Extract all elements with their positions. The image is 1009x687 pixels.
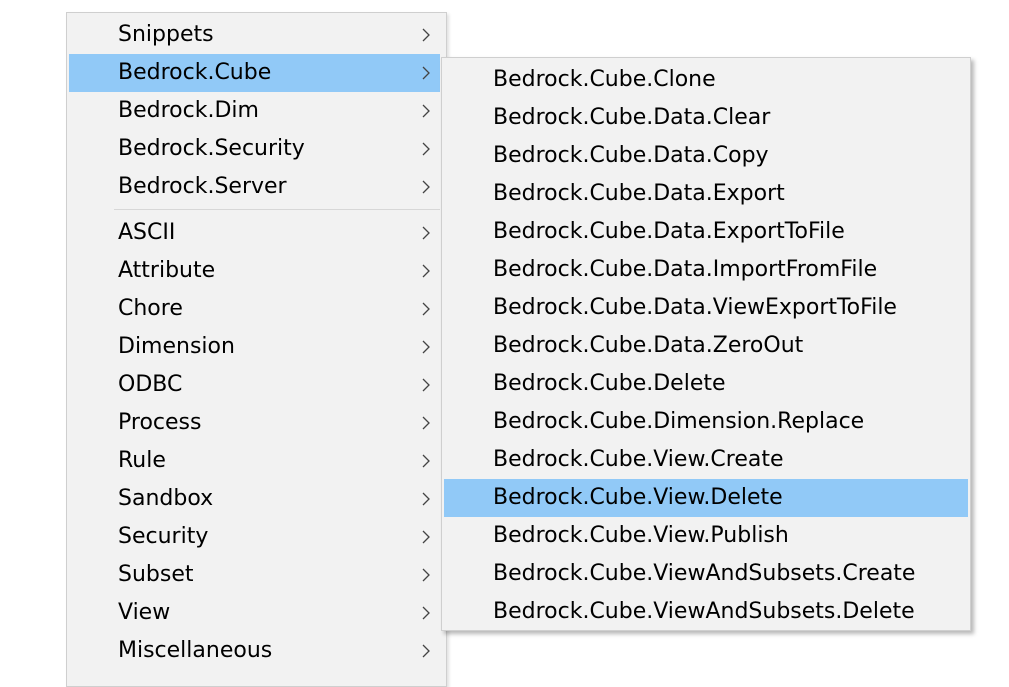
menu-item-dimension[interactable]: Dimension [69,328,440,366]
menu-item-label: Bedrock.Cube.Data.ViewExportToFile [493,295,897,320]
chevron-right-icon [420,442,432,480]
menu-item-subset[interactable]: Subset [69,556,440,594]
submenu-item-bedrock-cube-viewandsubsets-create[interactable]: Bedrock.Cube.ViewAndSubsets.Create [444,555,968,593]
submenu-item-bedrock-cube-data-clear[interactable]: Bedrock.Cube.Data.Clear [444,99,968,137]
menu-item-snippets[interactable]: Snippets [69,16,440,54]
menu-item-label: Bedrock.Cube.Data.Export [493,181,785,206]
menu-item-label: Miscellaneous [118,638,273,663]
menu-item-label: Bedrock.Cube.ViewAndSubsets.Delete [493,599,915,624]
menu-item-ascii[interactable]: ASCII [69,214,440,252]
menu-item-label: Bedrock.Cube.Clone [493,67,716,92]
chevron-right-icon [420,556,432,594]
menu-item-label: Bedrock.Cube.Delete [493,371,726,396]
menu-item-bedrock-server[interactable]: Bedrock.Server [69,168,440,206]
submenu-item-bedrock-cube-view-create[interactable]: Bedrock.Cube.View.Create [444,441,968,479]
chevron-right-icon [420,92,432,130]
chevron-right-icon [420,214,432,252]
menu-item-bedrock-cube[interactable]: Bedrock.Cube [69,54,440,92]
submenu-item-bedrock-cube-view-delete[interactable]: Bedrock.Cube.View.Delete [444,479,968,517]
menu-item-label: Sandbox [118,486,214,511]
chevron-right-icon [420,480,432,518]
menu-group-bedrock: Snippets Bedrock.Cube Bedrock.Dim Bedrock.S… [67,16,446,206]
menu-item-label: Bedrock.Cube.Data.ImportFromFile [493,257,878,282]
chevron-right-icon [420,252,432,290]
menu-item-label: Security [118,524,209,549]
menu-item-label: Bedrock.Server [118,174,287,199]
menu-item-label: Bedrock.Cube.Data.Clear [493,105,771,130]
submenu-item-bedrock-cube-data-zeroout[interactable]: Bedrock.Cube.Data.ZeroOut [444,327,968,365]
context-menu: Snippets Bedrock.Cube Bedrock.Dim Bedrock.S… [66,12,447,687]
menu-item-label: Bedrock.Cube.View.Create [493,447,784,472]
chevron-right-icon [420,518,432,556]
menu-item-bedrock-security[interactable]: Bedrock.Security [69,130,440,168]
menu-item-rule[interactable]: Rule [69,442,440,480]
submenu-item-bedrock-cube-viewandsubsets-delete[interactable]: Bedrock.Cube.ViewAndSubsets.Delete [444,593,968,631]
submenu-item-bedrock-cube-data-export[interactable]: Bedrock.Cube.Data.Export [444,175,968,213]
menu-item-sandbox[interactable]: Sandbox [69,480,440,518]
menu-item-security[interactable]: Security [69,518,440,556]
chevron-right-icon [420,290,432,328]
menu-item-label: Bedrock.Cube.View.Publish [493,523,789,548]
chevron-right-icon [420,328,432,366]
menu-item-odbc[interactable]: ODBC [69,366,440,404]
menu-item-label: Bedrock.Dim [118,98,259,123]
menu-item-label: Bedrock.Cube [118,60,272,85]
menu-item-process[interactable]: Process [69,404,440,442]
menu-item-label: Attribute [118,258,216,283]
menu-item-label: Dimension [118,334,235,359]
submenu-item-bedrock-cube-clone[interactable]: Bedrock.Cube.Clone [444,61,968,99]
submenu-items: Bedrock.Cube.Clone Bedrock.Cube.Data.Clea… [442,61,970,631]
menu-item-label: Bedrock.Cube.Data.ExportToFile [493,219,845,244]
submenu-item-bedrock-cube-dimension-replace[interactable]: Bedrock.Cube.Dimension.Replace [444,403,968,441]
menu-item-label: ODBC [118,372,183,397]
submenu-bedrock-cube: Bedrock.Cube.Clone Bedrock.Cube.Data.Clea… [441,57,971,631]
submenu-item-bedrock-cube-data-importfromfile[interactable]: Bedrock.Cube.Data.ImportFromFile [444,251,968,289]
menu-item-label: Bedrock.Cube.Data.ZeroOut [493,333,804,358]
chevron-right-icon [420,54,432,92]
menu-item-chore[interactable]: Chore [69,290,440,328]
menu-item-label: Process [118,410,202,435]
menu-item-label: Bedrock.Cube.Data.Copy [493,143,769,168]
menu-item-label: Bedrock.Cube.Dimension.Replace [493,409,865,434]
menu-item-label: Chore [118,296,183,321]
menu-item-bedrock-dim[interactable]: Bedrock.Dim [69,92,440,130]
menu-item-label: Bedrock.Cube.ViewAndSubsets.Create [493,561,916,586]
chevron-right-icon [420,594,432,632]
chevron-right-icon [420,632,432,670]
submenu-item-bedrock-cube-view-publish[interactable]: Bedrock.Cube.View.Publish [444,517,968,555]
menu-item-view[interactable]: View [69,594,440,632]
menu-item-label: Bedrock.Cube.View.Delete [493,485,783,510]
chevron-right-icon [420,168,432,206]
chevron-right-icon [420,16,432,54]
menu-group-categories: ASCII Attribute Chore Dimension ODBC Process R… [67,214,446,670]
submenu-item-bedrock-cube-delete[interactable]: Bedrock.Cube.Delete [444,365,968,403]
chevron-right-icon [420,366,432,404]
menu-item-label: View [118,600,171,625]
menu-item-miscellaneous[interactable]: Miscellaneous [69,632,440,670]
menu-item-label: Bedrock.Security [118,136,305,161]
chevron-right-icon [420,404,432,442]
menu-item-label: Rule [118,448,166,473]
menu-item-attribute[interactable]: Attribute [69,252,440,290]
submenu-item-bedrock-cube-data-copy[interactable]: Bedrock.Cube.Data.Copy [444,137,968,175]
menu-separator [114,209,440,210]
menu-item-label: Snippets [118,22,214,47]
chevron-right-icon [420,130,432,168]
submenu-item-bedrock-cube-data-exporttofile[interactable]: Bedrock.Cube.Data.ExportToFile [444,213,968,251]
menu-item-label: Subset [118,562,194,587]
submenu-item-bedrock-cube-data-viewexporttofile[interactable]: Bedrock.Cube.Data.ViewExportToFile [444,289,968,327]
menu-item-label: ASCII [118,220,176,245]
